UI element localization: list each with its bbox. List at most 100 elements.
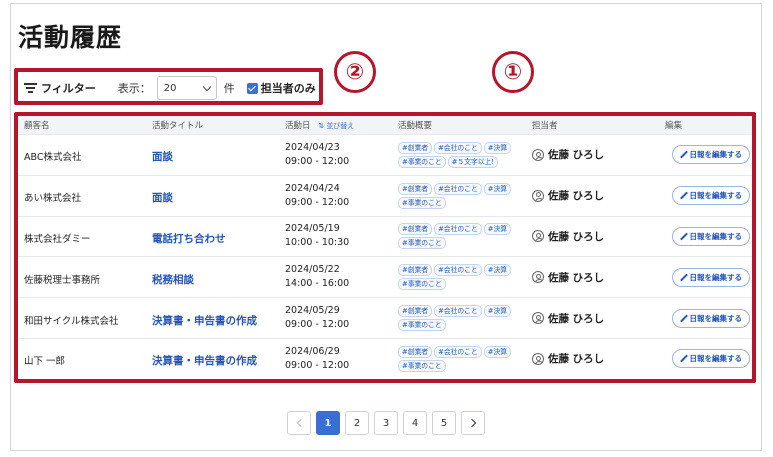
pencil-icon — [680, 233, 687, 240]
table-row: 佐藤税理士事務所 税務相談 2024/05/22 14:00 - 16:00 #創… — [18, 256, 752, 297]
activity-time: 09:00 - 12:00 — [285, 196, 350, 208]
activity-title-link[interactable]: 税務相談 — [152, 274, 194, 286]
assignee-name: 佐藤 ひろし — [548, 230, 605, 243]
user-icon — [532, 271, 544, 284]
activity-tag: #創業者 — [398, 223, 433, 236]
per-page-value: 20 — [163, 82, 177, 94]
activity-table: 顧客名 活動タイトル 活動日 ⇅ 並び替え 活動概要 担当者 編集 ABC株式会… — [18, 116, 752, 379]
table-row: 和田サイクル株式会社 決算書・申告書の作成 2024/05/29 09:00 - … — [18, 297, 752, 338]
assignee-name: 佐藤 ひろし — [548, 312, 605, 325]
table-body: ABC株式会社 面談 2024/04/23 09:00 - 12:00 #創業者 #… — [18, 134, 752, 379]
page-button-5[interactable]: 5 — [432, 411, 456, 435]
assignee-name: 佐藤 ひろし — [548, 271, 605, 284]
assignee-name: 佐藤 ひろし — [548, 149, 605, 162]
edit-report-label: 日報を編集する — [689, 313, 743, 323]
pencil-icon — [680, 355, 687, 362]
activity-title-link[interactable]: 決算書・申告書の作成 — [152, 355, 257, 367]
page-numbers: 12345 — [316, 411, 456, 435]
edit-report-label: 日報を編集する — [689, 231, 743, 241]
table-row: 山下 一郎 決算書・申告書の作成 2024/06/29 09:00 - 12:00… — [18, 337, 752, 379]
prev-page-button[interactable] — [287, 411, 311, 435]
activity-tags: #創業者 #会社のこと #決算 #事業のこと — [398, 345, 528, 372]
activity-date: 2024/05/19 — [285, 223, 340, 235]
activity-tag: #事業のこと — [398, 278, 446, 291]
activity-tag: #決算 — [483, 305, 512, 318]
activity-tag: #会社のこと — [434, 264, 482, 277]
chevron-right-icon — [467, 418, 476, 428]
activity-time: 14:00 - 16:00 — [285, 278, 350, 290]
activity-time: 09:00 - 12:00 — [285, 319, 350, 331]
edit-report-label: 日報を編集する — [689, 354, 743, 364]
activity-tag: #５文字以上! — [447, 155, 499, 168]
table-row: 株式会社ダミー 電話打ち合わせ 2024/05/19 10:00 - 10:30 … — [18, 215, 752, 257]
customer-name: ABC株式会社 — [24, 152, 82, 164]
activity-tag: #決算 — [483, 264, 512, 277]
assignee: 佐藤 ひろし — [532, 351, 665, 366]
header-customer: 顧客名 — [24, 121, 50, 131]
unit-label: 件 — [223, 82, 235, 95]
activity-tags: #創業者 #会社のこと #決算 #事業のこと — [398, 223, 528, 250]
pencil-icon — [680, 274, 687, 281]
activity-tags: #創業者 #会社のこと #決算 #事業のこと — [398, 264, 528, 291]
header-date: 活動日 ⇅ 並び替え — [285, 119, 398, 131]
activity-tags: #創業者 #会社のこと #決算 #事業のこと — [398, 305, 528, 332]
header-edit: 編集 — [665, 121, 683, 131]
header-date-label: 活動日 — [285, 121, 311, 131]
edit-report-button[interactable]: 日報を編集する — [671, 145, 750, 165]
activity-tag: #創業者 — [398, 182, 433, 195]
per-page-select[interactable]: 20 — [156, 76, 217, 100]
filter-toggle-button[interactable]: フィルター — [24, 80, 96, 96]
assignee: 佐藤 ひろし — [532, 229, 665, 244]
user-icon — [532, 230, 544, 243]
chevron-down-icon — [202, 82, 212, 91]
activity-title-link[interactable]: 決算書・申告書の作成 — [152, 315, 257, 327]
activity-tag: #事業のこと — [398, 319, 446, 332]
activity-tag: #創業者 — [398, 305, 433, 318]
activity-tag: #会社のこと — [434, 305, 482, 318]
annotation-marker-1: ① — [492, 51, 534, 93]
assignee-only-checkbox[interactable]: 担当者のみ — [246, 80, 316, 96]
activity-tag: #事業のこと — [398, 155, 446, 168]
edit-report-button[interactable]: 日報を編集する — [671, 226, 750, 246]
activity-tag: #創業者 — [398, 264, 433, 277]
activity-tag: #会社のこと — [434, 182, 482, 195]
assignee-name: 佐藤 ひろし — [548, 190, 605, 203]
activity-time: 09:00 - 12:00 — [285, 359, 350, 371]
header-assignee: 担当者 — [532, 121, 558, 131]
edit-report-label: 日報を編集する — [689, 272, 743, 282]
activity-tag: #決算 — [483, 182, 512, 195]
page-button-2[interactable]: 2 — [345, 411, 369, 435]
edit-report-button[interactable]: 日報を編集する — [671, 186, 750, 206]
activity-tag: #事業のこと — [398, 359, 446, 372]
checkbox-checked-icon — [246, 82, 258, 94]
assignee-only-label: 担当者のみ — [260, 82, 316, 95]
page-button-3[interactable]: 3 — [374, 411, 398, 435]
activity-title-link[interactable]: 面談 — [152, 151, 173, 163]
customer-name: 山下 一郎 — [24, 356, 66, 368]
next-page-button[interactable] — [461, 411, 485, 435]
user-icon — [532, 352, 544, 365]
filter-icon — [24, 83, 37, 93]
sort-button[interactable]: ⇅ 並び替え — [318, 122, 354, 130]
edit-report-button[interactable]: 日報を編集する — [671, 267, 750, 287]
activity-date: 2024/04/24 — [285, 182, 340, 194]
activity-tag: #決算 — [483, 223, 512, 236]
edit-report-button[interactable]: 日報を編集する — [671, 349, 750, 369]
edit-report-label: 日報を編集する — [689, 191, 743, 201]
activity-title-link[interactable]: 面談 — [152, 192, 173, 204]
edit-report-label: 日報を編集する — [689, 150, 743, 160]
assignee: 佐藤 ひろし — [532, 311, 665, 326]
edit-report-button[interactable]: 日報を編集する — [671, 308, 750, 328]
customer-name: 株式会社ダミー — [24, 233, 91, 245]
activity-tag: #事業のこと — [398, 237, 446, 250]
page-button-4[interactable]: 4 — [403, 411, 427, 435]
activity-title-link[interactable]: 電話打ち合わせ — [152, 233, 226, 245]
activity-tag: #会社のこと — [434, 223, 482, 236]
activity-tag: #会社のこと — [434, 141, 482, 154]
page-title: 活動履歴 — [18, 23, 123, 52]
table-row: ABC株式会社 面談 2024/04/23 09:00 - 12:00 #創業者 #… — [18, 134, 752, 175]
customer-name: 佐藤税理士事務所 — [24, 274, 101, 286]
pencil-icon — [680, 192, 687, 199]
page-button-1[interactable]: 1 — [316, 411, 340, 435]
activity-tag: #決算 — [483, 345, 512, 358]
